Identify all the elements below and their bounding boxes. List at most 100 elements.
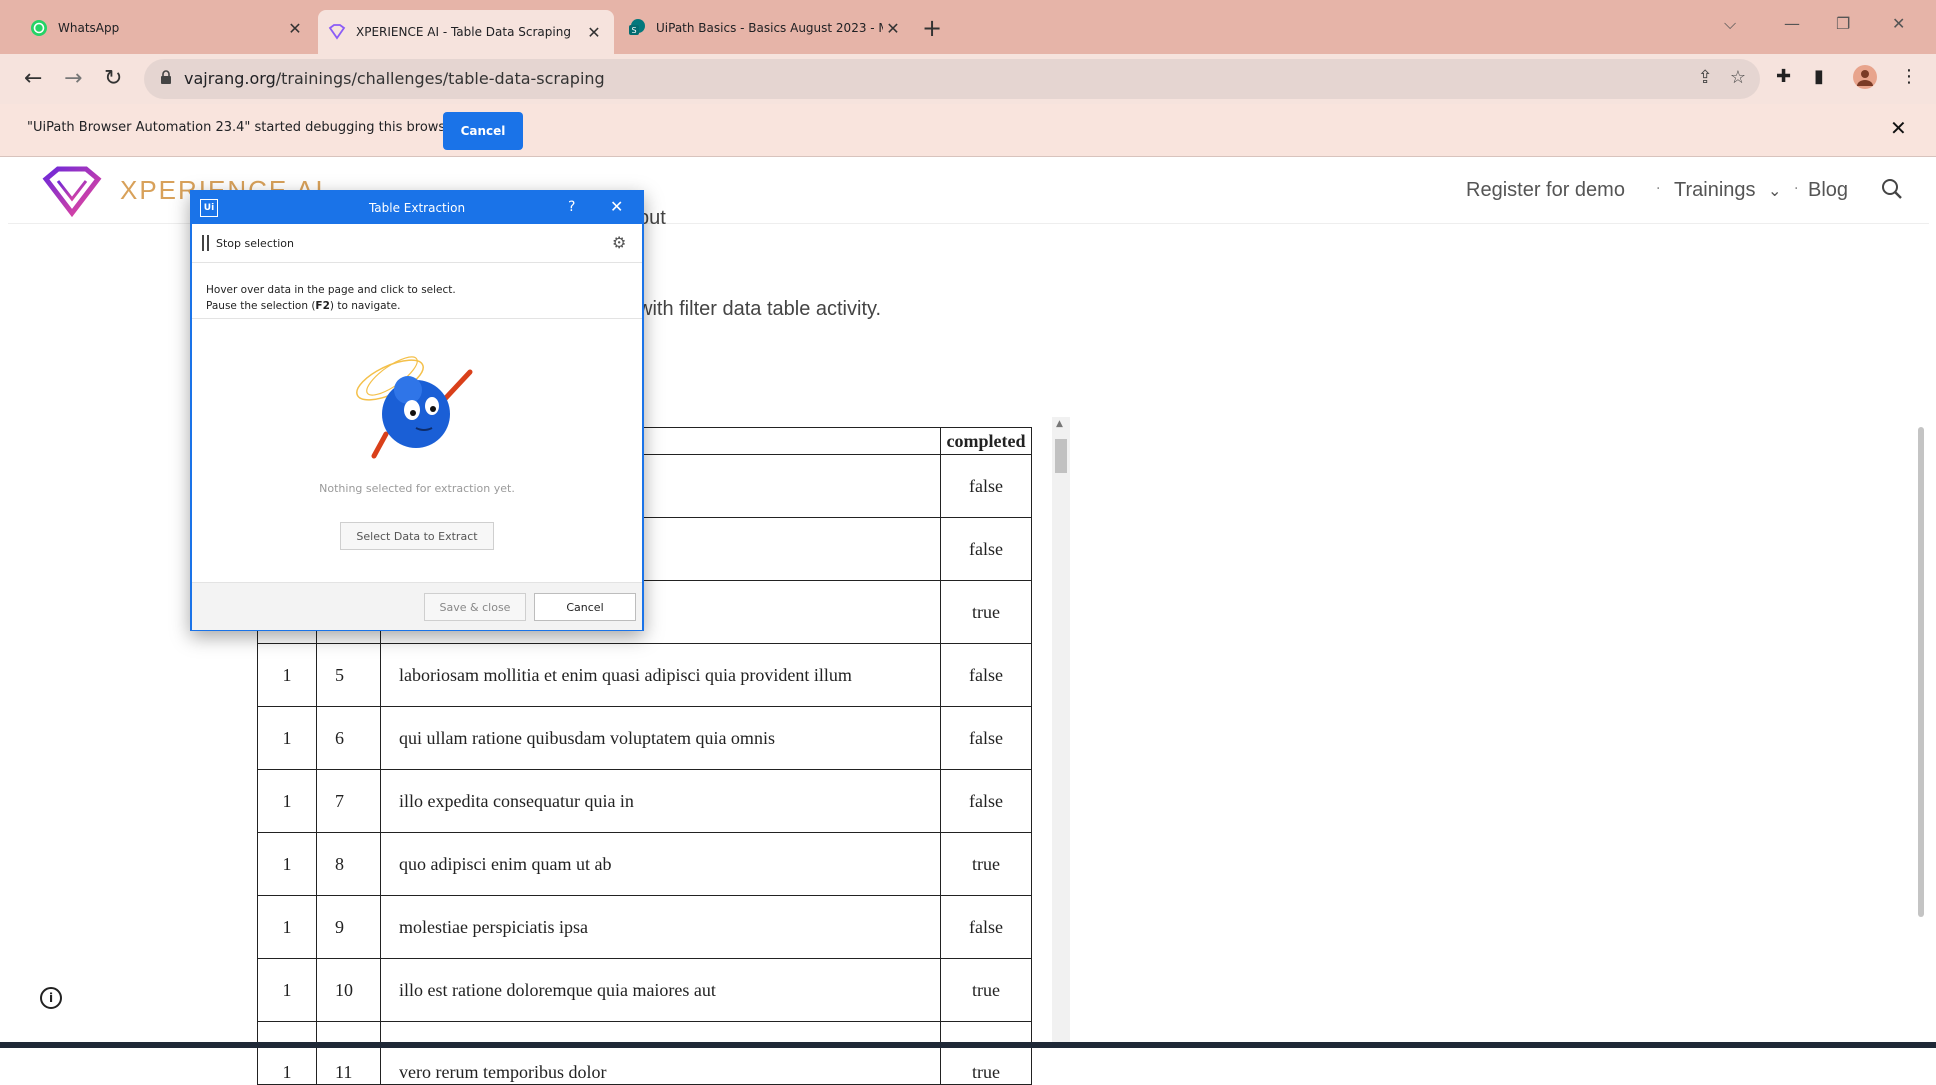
tab-uipath-basics[interactable]: S UiPath Basics - Basics August 2023 - M…: [618, 10, 913, 46]
cell-completed: true: [940, 832, 1032, 896]
selection-hint: Hover over data in the page and click to…: [206, 282, 456, 314]
table-row: 1 5 laboriosam mollitia et enim quasi ad…: [257, 643, 1032, 707]
cell-userid: 1: [257, 1021, 317, 1085]
address-bar[interactable]: vajrang.org/trainings/challenges/table-d…: [144, 59, 1760, 99]
url-path: /trainings/challenges/table-data-scrapin…: [275, 69, 605, 88]
close-tab-icon[interactable]: ✕: [883, 19, 903, 38]
site-logo-icon[interactable]: [42, 165, 102, 221]
url-host: vajrang.org: [184, 69, 276, 88]
robot-mascot-illustration: [350, 342, 484, 466]
cell-completed: false: [940, 643, 1032, 707]
select-data-button[interactable]: Select Data to Extract: [340, 522, 494, 550]
dialog-titlebar[interactable]: Ui Table Extraction ? ✕: [192, 192, 642, 224]
tab-whatsapp[interactable]: WhatsApp ✕: [20, 10, 315, 46]
cell-completed: false: [940, 769, 1032, 833]
diamond-logo-icon: [328, 23, 346, 41]
selection-toolbar: Stop selection ⚙: [192, 224, 642, 263]
cell-userid: 1: [257, 832, 317, 896]
cell-title: laboriosam mollitia et enim quasi adipis…: [380, 643, 941, 707]
bookmark-star-icon[interactable]: ☆: [1730, 67, 1746, 88]
tab-title: XPERIENCE AI - Table Data Scraping: [356, 25, 571, 39]
table-row: 1 6 qui ullam ratione quibusdam voluptat…: [257, 706, 1032, 770]
url-text: vajrang.org/trainings/challenges/table-d…: [184, 69, 605, 88]
nav-blog[interactable]: Blog: [1808, 179, 1848, 202]
more-menu-icon[interactable]: ⋮: [1900, 66, 1918, 87]
cell-id: 9: [316, 895, 381, 959]
minimize-button[interactable]: —: [1784, 14, 1800, 33]
omnibox-actions: ⇪ ☆: [1698, 67, 1746, 88]
cell-id: 7: [316, 769, 381, 833]
pause-icon[interactable]: [202, 235, 209, 251]
gear-icon[interactable]: ⚙: [612, 233, 626, 252]
divider: [192, 318, 642, 319]
nav-separator: ·: [1794, 181, 1799, 197]
cell-id: 5: [316, 643, 381, 707]
save-close-button[interactable]: Save & close: [424, 593, 526, 621]
nav-register-demo[interactable]: Register for demo: [1466, 179, 1625, 202]
reload-icon[interactable]: ↻: [104, 66, 122, 91]
tab-xperience-ai[interactable]: XPERIENCE AI - Table Data Scraping ✕: [318, 10, 614, 54]
cell-title: illo expedita consequatur quia in: [380, 769, 941, 833]
infobar-close-icon[interactable]: ✕: [1890, 116, 1907, 140]
cell-userid: 1: [257, 895, 317, 959]
cell-title: molestiae perspiciatis ipsa: [380, 895, 941, 959]
browser-tab-strip: WhatsApp ✕ XPERIENCE AI - Table Data Scr…: [0, 0, 1936, 54]
extensions-puzzle-icon[interactable]: ✚: [1776, 66, 1791, 87]
cell-completed: false: [940, 517, 1032, 581]
share-icon[interactable]: ⇪: [1698, 67, 1713, 88]
hint-key: F2: [315, 300, 330, 312]
cell-completed: false: [940, 454, 1032, 518]
help-icon[interactable]: ?: [568, 199, 575, 215]
search-icon[interactable]: [1880, 177, 1904, 205]
lock-icon: [160, 69, 172, 88]
hint-line-1: Hover over data in the page and click to…: [206, 284, 456, 296]
close-tab-icon[interactable]: ✕: [584, 23, 604, 42]
back-arrow-icon[interactable]: ←: [24, 66, 42, 91]
table-row: 1 11 vero rerum temporibus dolor true: [257, 1021, 1032, 1085]
window-close-button[interactable]: ✕: [1892, 14, 1905, 33]
cell-userid: 1: [257, 643, 317, 707]
chevron-down-icon[interactable]: ⌄: [1768, 181, 1781, 201]
info-icon[interactable]: i: [40, 987, 62, 1009]
hint-line-2: Pause the selection (F2) to navigate.: [206, 298, 456, 314]
cell-id: 10: [316, 958, 381, 1022]
page-instruction-text: with filter data table activity.: [638, 298, 882, 320]
cell-userid: 1: [257, 958, 317, 1022]
tab-search-chevron-icon[interactable]: ⌵: [1724, 14, 1736, 34]
cell-completed: true: [940, 958, 1032, 1022]
table-scrollbar[interactable]: ▲: [1052, 417, 1070, 1042]
new-tab-button[interactable]: +: [922, 14, 942, 42]
infobar-cancel-button[interactable]: Cancel: [443, 112, 523, 150]
nav-trainings[interactable]: Trainings: [1674, 179, 1756, 202]
nav-separator: ·: [1656, 181, 1661, 197]
table-row: 1 9 molestiae perspiciatis ipsa false: [257, 895, 1032, 959]
cell-completed: true: [940, 580, 1032, 644]
cell-id: 8: [316, 832, 381, 896]
page-scrollbar-thumb[interactable]: [1918, 427, 1924, 917]
cancel-button[interactable]: Cancel: [534, 593, 636, 621]
table-scrollbar-thumb[interactable]: [1055, 439, 1067, 473]
side-panel-icon[interactable]: ▮: [1814, 66, 1824, 87]
table-row: 1 8 quo adipisci enim quam ut ab true: [257, 832, 1032, 896]
stop-selection-button[interactable]: Stop selection: [216, 237, 294, 250]
dialog-close-icon[interactable]: ✕: [610, 197, 623, 216]
cell-userid: 1: [257, 769, 317, 833]
cell-id: 6: [316, 706, 381, 770]
cell-title: vero rerum temporibus dolor: [380, 1021, 941, 1085]
svg-text:S: S: [631, 26, 636, 35]
hint-text: Pause the selection (: [206, 300, 316, 312]
profile-avatar-icon[interactable]: [1852, 64, 1878, 95]
table-row: 1 10 illo est ratione doloremque quia ma…: [257, 958, 1032, 1022]
taskbar-edge: [0, 1042, 1936, 1048]
cell-id: 11: [316, 1021, 381, 1085]
forward-arrow-icon[interactable]: →: [64, 66, 82, 91]
restore-button[interactable]: ❐: [1836, 14, 1850, 33]
close-tab-icon[interactable]: ✕: [285, 19, 305, 38]
cell-title: quo adipisci enim quam ut ab: [380, 832, 941, 896]
table-row: 1 7 illo expedita consequatur quia in fa…: [257, 769, 1032, 833]
col-header-completed: completed: [940, 427, 1032, 455]
infobar-message: "UiPath Browser Automation 23.4" started…: [27, 120, 459, 135]
tab-title: WhatsApp: [58, 21, 120, 35]
scroll-up-arrow-icon[interactable]: ▲: [1056, 419, 1063, 429]
debug-infobar: "UiPath Browser Automation 23.4" started…: [0, 104, 1936, 157]
